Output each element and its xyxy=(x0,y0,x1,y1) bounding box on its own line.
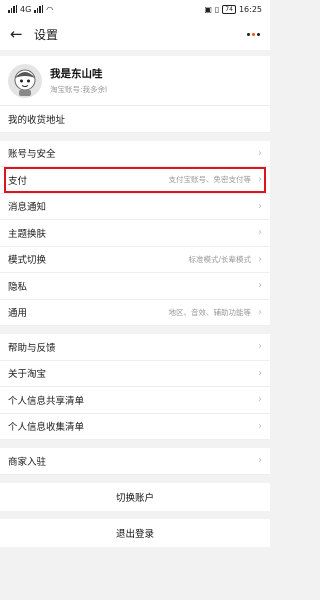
chevron-right-icon: › xyxy=(258,367,262,379)
status-bar: 4G ◠ ▣ ▯ 74 16:25 xyxy=(0,0,270,18)
payment-value: 支付宝账号、免密支付等 xyxy=(168,175,252,185)
chevron-right-icon: › xyxy=(258,394,262,406)
chevron-right-icon: › xyxy=(258,147,262,159)
chevron-right-icon: › xyxy=(258,200,262,212)
profile-account: 淘宝账号:我多余l xyxy=(50,85,108,94)
chevron-right-icon: › xyxy=(258,455,262,467)
divider xyxy=(0,474,270,483)
chevron-right-icon: › xyxy=(258,253,262,265)
mode-row[interactable]: 模式切换 标准模式/长辈模式 › xyxy=(0,246,270,273)
info-share-label: 个人信息共享清单 xyxy=(8,395,85,407)
signal-icon-2 xyxy=(34,5,44,13)
profile-card[interactable]: 我是东山哇 淘宝账号:我多余l xyxy=(0,56,270,106)
chevron-right-icon: › xyxy=(258,174,262,186)
nav-bar: ← 设置 xyxy=(0,18,270,50)
account-security-label: 账号与安全 xyxy=(8,149,56,161)
avatar-cartoon-icon xyxy=(14,69,36,96)
payment-label: 支付 xyxy=(8,175,28,187)
merchant-label: 商家入驻 xyxy=(8,456,47,468)
wifi-icon: ◠ xyxy=(46,4,54,14)
general-row[interactable]: 通用 地区、音效、辅助功能等 › xyxy=(0,299,270,326)
switch-account-button[interactable]: 切换账户 xyxy=(0,482,270,511)
merchant-row[interactable]: 商家入驻 › xyxy=(0,448,270,475)
help-row[interactable]: 帮助与反馈 › xyxy=(0,334,270,361)
about-row[interactable]: 关于淘宝 › xyxy=(0,360,270,387)
about-label: 关于淘宝 xyxy=(8,369,47,381)
chevron-right-icon: › xyxy=(258,227,262,239)
profile-nickname: 我是东山哇 xyxy=(50,68,103,80)
back-arrow-icon[interactable]: ← xyxy=(10,26,28,42)
nfc-icon: ▣ xyxy=(204,4,212,14)
divider xyxy=(0,132,270,141)
clock: 16:25 xyxy=(238,4,262,14)
general-label: 通用 xyxy=(8,308,28,320)
chevron-right-icon: › xyxy=(258,306,262,318)
battery-icon: 74 xyxy=(222,4,236,14)
address-row[interactable]: 我的收货地址 xyxy=(0,106,270,133)
divider xyxy=(0,510,270,519)
more-options-icon[interactable] xyxy=(247,32,260,36)
info-collect-row[interactable]: 个人信息收集清单 › xyxy=(0,413,270,440)
notifications-label: 消息通知 xyxy=(8,202,47,214)
notifications-row[interactable]: 消息通知 › xyxy=(0,193,270,220)
chevron-right-icon: › xyxy=(258,280,262,292)
info-collect-label: 个人信息收集清单 xyxy=(8,422,85,434)
mode-label: 模式切换 xyxy=(8,255,47,267)
info-share-row[interactable]: 个人信息共享清单 › xyxy=(0,387,270,414)
network-type: 4G xyxy=(20,4,32,14)
page-title: 设置 xyxy=(34,27,59,42)
chevron-right-icon: › xyxy=(258,341,262,353)
privacy-label: 隐私 xyxy=(8,281,28,293)
theme-label: 主题换肤 xyxy=(8,228,47,240)
general-value: 地区、音效、辅助功能等 xyxy=(168,307,252,317)
privacy-row[interactable]: 隐私 › xyxy=(0,273,270,300)
divider xyxy=(0,326,270,334)
help-label: 帮助与反馈 xyxy=(8,342,56,354)
payment-row[interactable]: 支付 支付宝账号、免密支付等 › xyxy=(0,167,270,194)
address-label: 我的收货地址 xyxy=(8,114,66,126)
theme-row[interactable]: 主题换肤 › xyxy=(0,220,270,247)
divider xyxy=(0,440,270,448)
mode-value: 标准模式/长辈模式 xyxy=(188,254,251,264)
vibrate-icon: ▯ xyxy=(214,4,220,14)
logout-button[interactable]: 退出登录 xyxy=(0,518,270,547)
account-security-row[interactable]: 账号与安全 › xyxy=(0,140,270,167)
avatar xyxy=(8,63,42,98)
chevron-right-icon: › xyxy=(258,420,262,432)
signal-icon xyxy=(8,5,17,13)
